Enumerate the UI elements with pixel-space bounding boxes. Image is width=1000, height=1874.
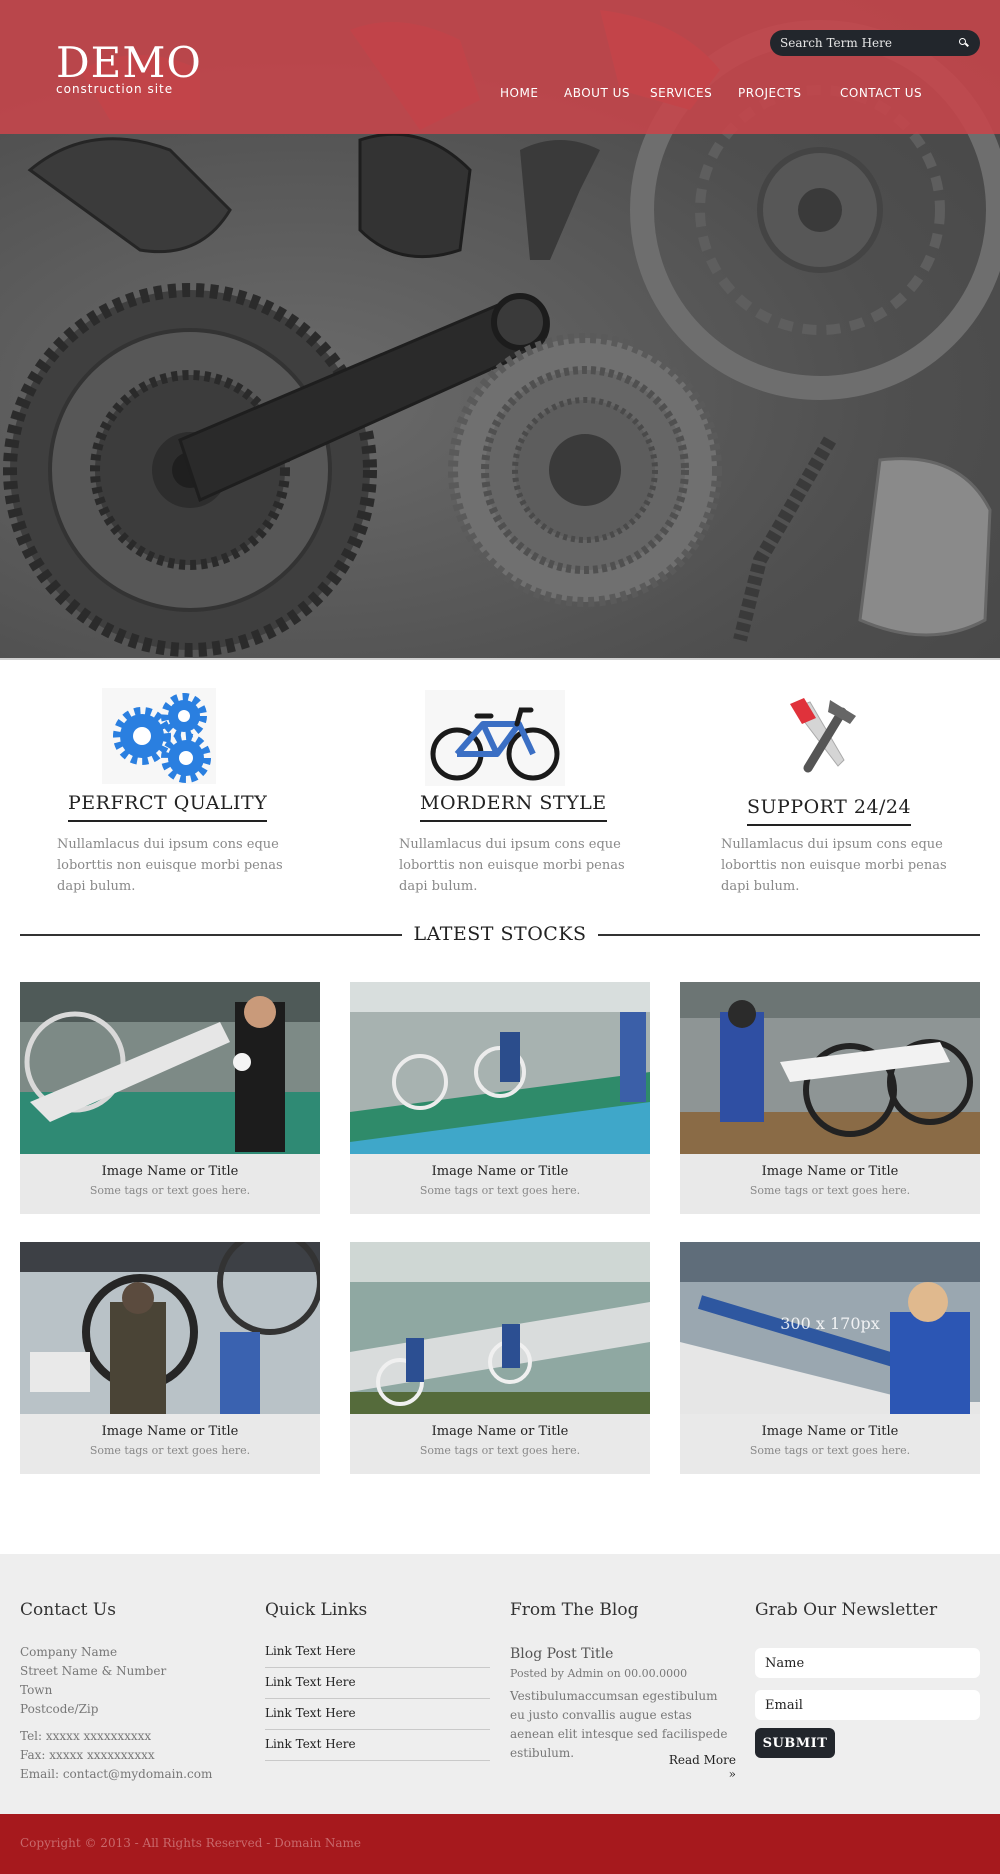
contact-tel: Tel: xxxxx xxxxxxxxxx (20, 1729, 152, 1743)
search-input[interactable] (780, 36, 958, 50)
stock-title: Image Name or Title (431, 1424, 569, 1439)
stock-image[interactable] (350, 1242, 650, 1414)
quick-link[interactable]: Link Text Here (265, 1731, 490, 1761)
stock-title: Image Name or Title (761, 1164, 899, 1179)
feature-text-support: Nullamlacus dui ipsum cons eque lobortti… (721, 837, 947, 894)
stock-tags: Some tags or text goes here. (419, 1444, 581, 1457)
stock-image[interactable] (20, 1242, 320, 1414)
blog-post-excerpt: Vestibulumaccumsan egestibulum eu justo … (510, 1689, 728, 1760)
nav-about-us[interactable]: ABOUT US (564, 86, 630, 100)
stock-card[interactable]: Image Name or Title Some tags or text go… (680, 982, 980, 1214)
header-bar: DEMO construction site HOME ABOUT US SER… (0, 0, 1000, 134)
image-placeholder-label: 300 x 170px (780, 1314, 880, 1333)
stock-card[interactable]: Image Name or Title Some tags or text go… (350, 1242, 650, 1474)
nav-services[interactable]: SERVICES (650, 86, 712, 100)
stock-tags: Some tags or text goes here. (89, 1184, 251, 1197)
search-icon[interactable] (958, 37, 970, 49)
tools-icon (782, 694, 862, 774)
main-nav: HOME ABOUT US SERVICES PROJECTS CONTACT … (0, 86, 1000, 106)
blog-post-title[interactable]: Blog Post Title (510, 1646, 613, 1662)
stock-image[interactable]: 300 x 170px (680, 1242, 980, 1414)
newsletter-email-field[interactable] (755, 1690, 980, 1720)
copyright-text: Copyright © 2013 - All Rights Reserved -… (20, 1836, 362, 1850)
search-box (770, 30, 980, 56)
latest-stocks-heading: LATEST STOCKS (413, 923, 587, 945)
stock-tags: Some tags or text goes here. (419, 1184, 581, 1197)
newsletter-name-field[interactable] (755, 1648, 980, 1678)
feature-text-quality: Nullamlacus dui ipsum cons eque lobortti… (57, 837, 283, 894)
nav-projects[interactable]: PROJECTS (738, 86, 801, 100)
read-more-link[interactable]: Read More » (660, 1753, 736, 1781)
contact-postcode: Postcode/Zip (20, 1702, 99, 1716)
blog-post-meta: Posted by Admin on 00.00.0000 (510, 1667, 688, 1680)
stock-title: Image Name or Title (101, 1424, 239, 1439)
feature-title-style: MORDERN STYLE (420, 792, 607, 822)
footer-contact-heading: Contact Us (20, 1600, 116, 1620)
feature-text-style: Nullamlacus dui ipsum cons eque lobortti… (399, 837, 625, 894)
stock-image[interactable] (20, 982, 320, 1154)
stock-tags: Some tags or text goes here. (749, 1444, 911, 1457)
stock-image[interactable] (680, 982, 980, 1154)
logo-title: DEMO (56, 38, 202, 87)
contact-town: Town (20, 1683, 53, 1697)
footer-blog-heading: From The Blog (510, 1600, 639, 1620)
stock-title: Image Name or Title (101, 1164, 239, 1179)
newsletter-submit-button[interactable]: SUBMIT (755, 1728, 835, 1758)
nav-contact-us[interactable]: CONTACT US (840, 86, 922, 100)
contact-email[interactable]: Email: contact@mydomain.com (20, 1767, 212, 1781)
contact-street: Street Name & Number (20, 1664, 167, 1678)
quick-link[interactable]: Link Text Here (265, 1669, 490, 1699)
stock-tags: Some tags or text goes here. (89, 1444, 251, 1457)
stock-title: Image Name or Title (431, 1164, 569, 1179)
hero-divider (0, 658, 1000, 660)
footer-quicklinks-heading: Quick Links (265, 1600, 368, 1620)
bicycle-icon (425, 690, 565, 786)
quick-link[interactable]: Link Text Here (265, 1638, 490, 1668)
stock-card[interactable]: Image Name or Title Some tags or text go… (20, 982, 320, 1214)
stock-tags: Some tags or text goes here. (749, 1184, 911, 1197)
contact-fax: Fax: xxxxx xxxxxxxxxx (20, 1748, 155, 1762)
footer-newsletter-heading: Grab Our Newsletter (755, 1600, 938, 1620)
stock-title: Image Name or Title (761, 1424, 899, 1439)
quick-link[interactable]: Link Text Here (265, 1700, 490, 1730)
gears-icon (102, 688, 216, 784)
stock-image[interactable] (350, 982, 650, 1154)
stock-card[interactable]: 300 x 170px Image Name or Title Some tag… (680, 1242, 980, 1474)
feature-title-support: SUPPORT 24/24 (747, 796, 912, 826)
nav-home[interactable]: HOME (500, 86, 538, 100)
contact-company: Company Name (20, 1645, 118, 1659)
stock-card[interactable]: Image Name or Title Some tags or text go… (20, 1242, 320, 1474)
feature-title-quality: PERFRCT QUALITY (68, 792, 268, 822)
stock-card[interactable]: Image Name or Title Some tags or text go… (350, 982, 650, 1214)
